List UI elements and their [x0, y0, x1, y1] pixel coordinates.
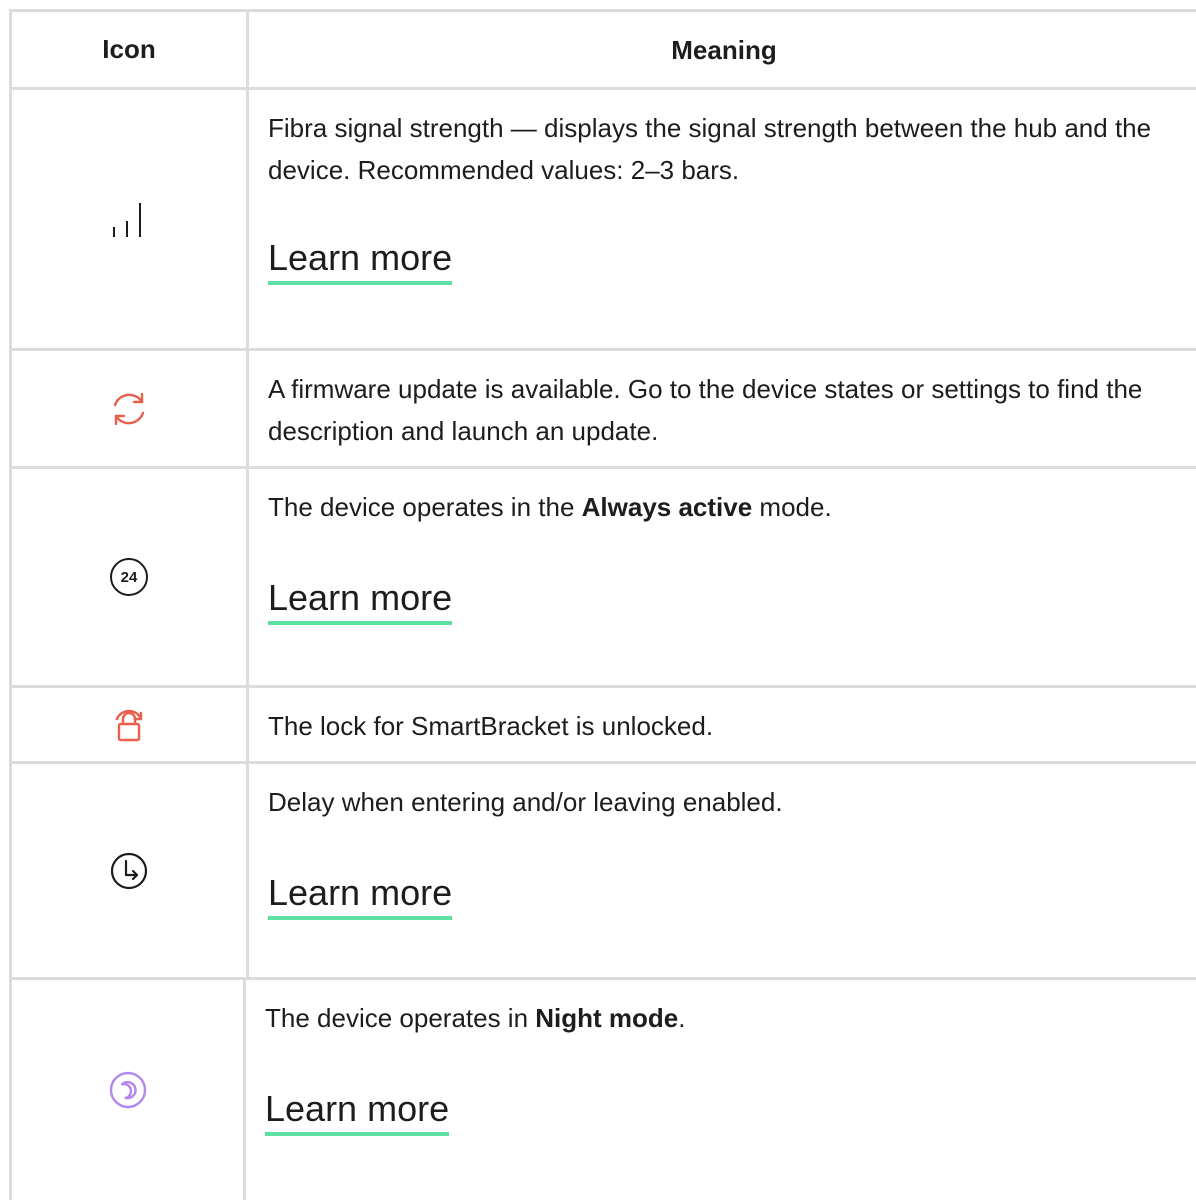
meaning-text-bold: Always active	[581, 492, 753, 522]
meaning-text-before: The device operates in	[265, 1003, 536, 1033]
unlocked-lock-icon	[109, 705, 149, 745]
table-row: Delay when entering and/or leaving enabl…	[12, 764, 1196, 980]
delay-clock-icon	[109, 851, 149, 891]
meaning-cell: A firmware update is available. Go to th…	[249, 351, 1196, 466]
meaning-text: A firmware update is available. Go to th…	[268, 374, 1143, 446]
meaning-cell: The lock for SmartBracket is unlocked.	[249, 688, 1196, 761]
learn-more-link[interactable]: Learn more	[268, 872, 453, 920]
icon-cell	[12, 688, 249, 761]
icon-cell	[12, 980, 246, 1200]
table-row: The lock for SmartBracket is unlocked.	[12, 688, 1196, 764]
learn-more-link[interactable]: Learn more	[265, 1088, 450, 1136]
meaning-text-bold: Night mode	[535, 1003, 679, 1033]
icon-meaning-table: Icon Meaning Fibra signal strength — dis…	[9, 9, 1196, 1200]
meaning-text-after: mode.	[752, 492, 832, 522]
learn-more-link[interactable]: Learn more	[268, 577, 453, 625]
meaning-cell: The device operates in the Always active…	[249, 469, 1196, 685]
table-row: The device operates in Night mode. Learn…	[12, 980, 1196, 1200]
table-row: A firmware update is available. Go to th…	[12, 351, 1196, 469]
meaning-text-before: The device operates in the	[268, 492, 582, 522]
meaning-cell: Delay when entering and/or leaving enabl…	[249, 764, 1196, 977]
table-header-row: Icon Meaning	[12, 12, 1196, 90]
icon-cell	[12, 351, 249, 466]
meaning-cell: The device operates in Night mode. Learn…	[246, 980, 1196, 1200]
meaning-text: Delay when entering and/or leaving enabl…	[268, 787, 783, 817]
signal-strength-icon	[109, 199, 149, 239]
meaning-text: The device operates in Night mode.	[265, 997, 1189, 1039]
meaning-text: The device operates in the Always active…	[268, 486, 1189, 528]
table-row: 24 The device operates in the Always act…	[12, 469, 1196, 688]
header-meaning-cell: Meaning	[671, 34, 777, 65]
learn-more-link[interactable]: Learn more	[268, 237, 453, 285]
icon-cell	[12, 764, 249, 977]
meaning-text: Fibra signal strength — displays the sig…	[268, 113, 1152, 185]
always-active-24-icon: 24	[110, 558, 148, 596]
icon-cell: 24	[12, 469, 249, 685]
meaning-text-after: .	[678, 1003, 686, 1033]
meaning-cell: Fibra signal strength — displays the sig…	[249, 90, 1196, 348]
icon-cell	[12, 90, 249, 348]
meaning-text: The lock for SmartBracket is unlocked.	[268, 711, 714, 741]
night-mode-icon	[108, 1070, 148, 1110]
firmware-update-icon	[109, 389, 149, 429]
always-active-icon-label: 24	[120, 568, 138, 586]
header-icon-cell: Icon	[12, 12, 249, 87]
table-row: Fibra signal strength — displays the sig…	[12, 90, 1196, 351]
